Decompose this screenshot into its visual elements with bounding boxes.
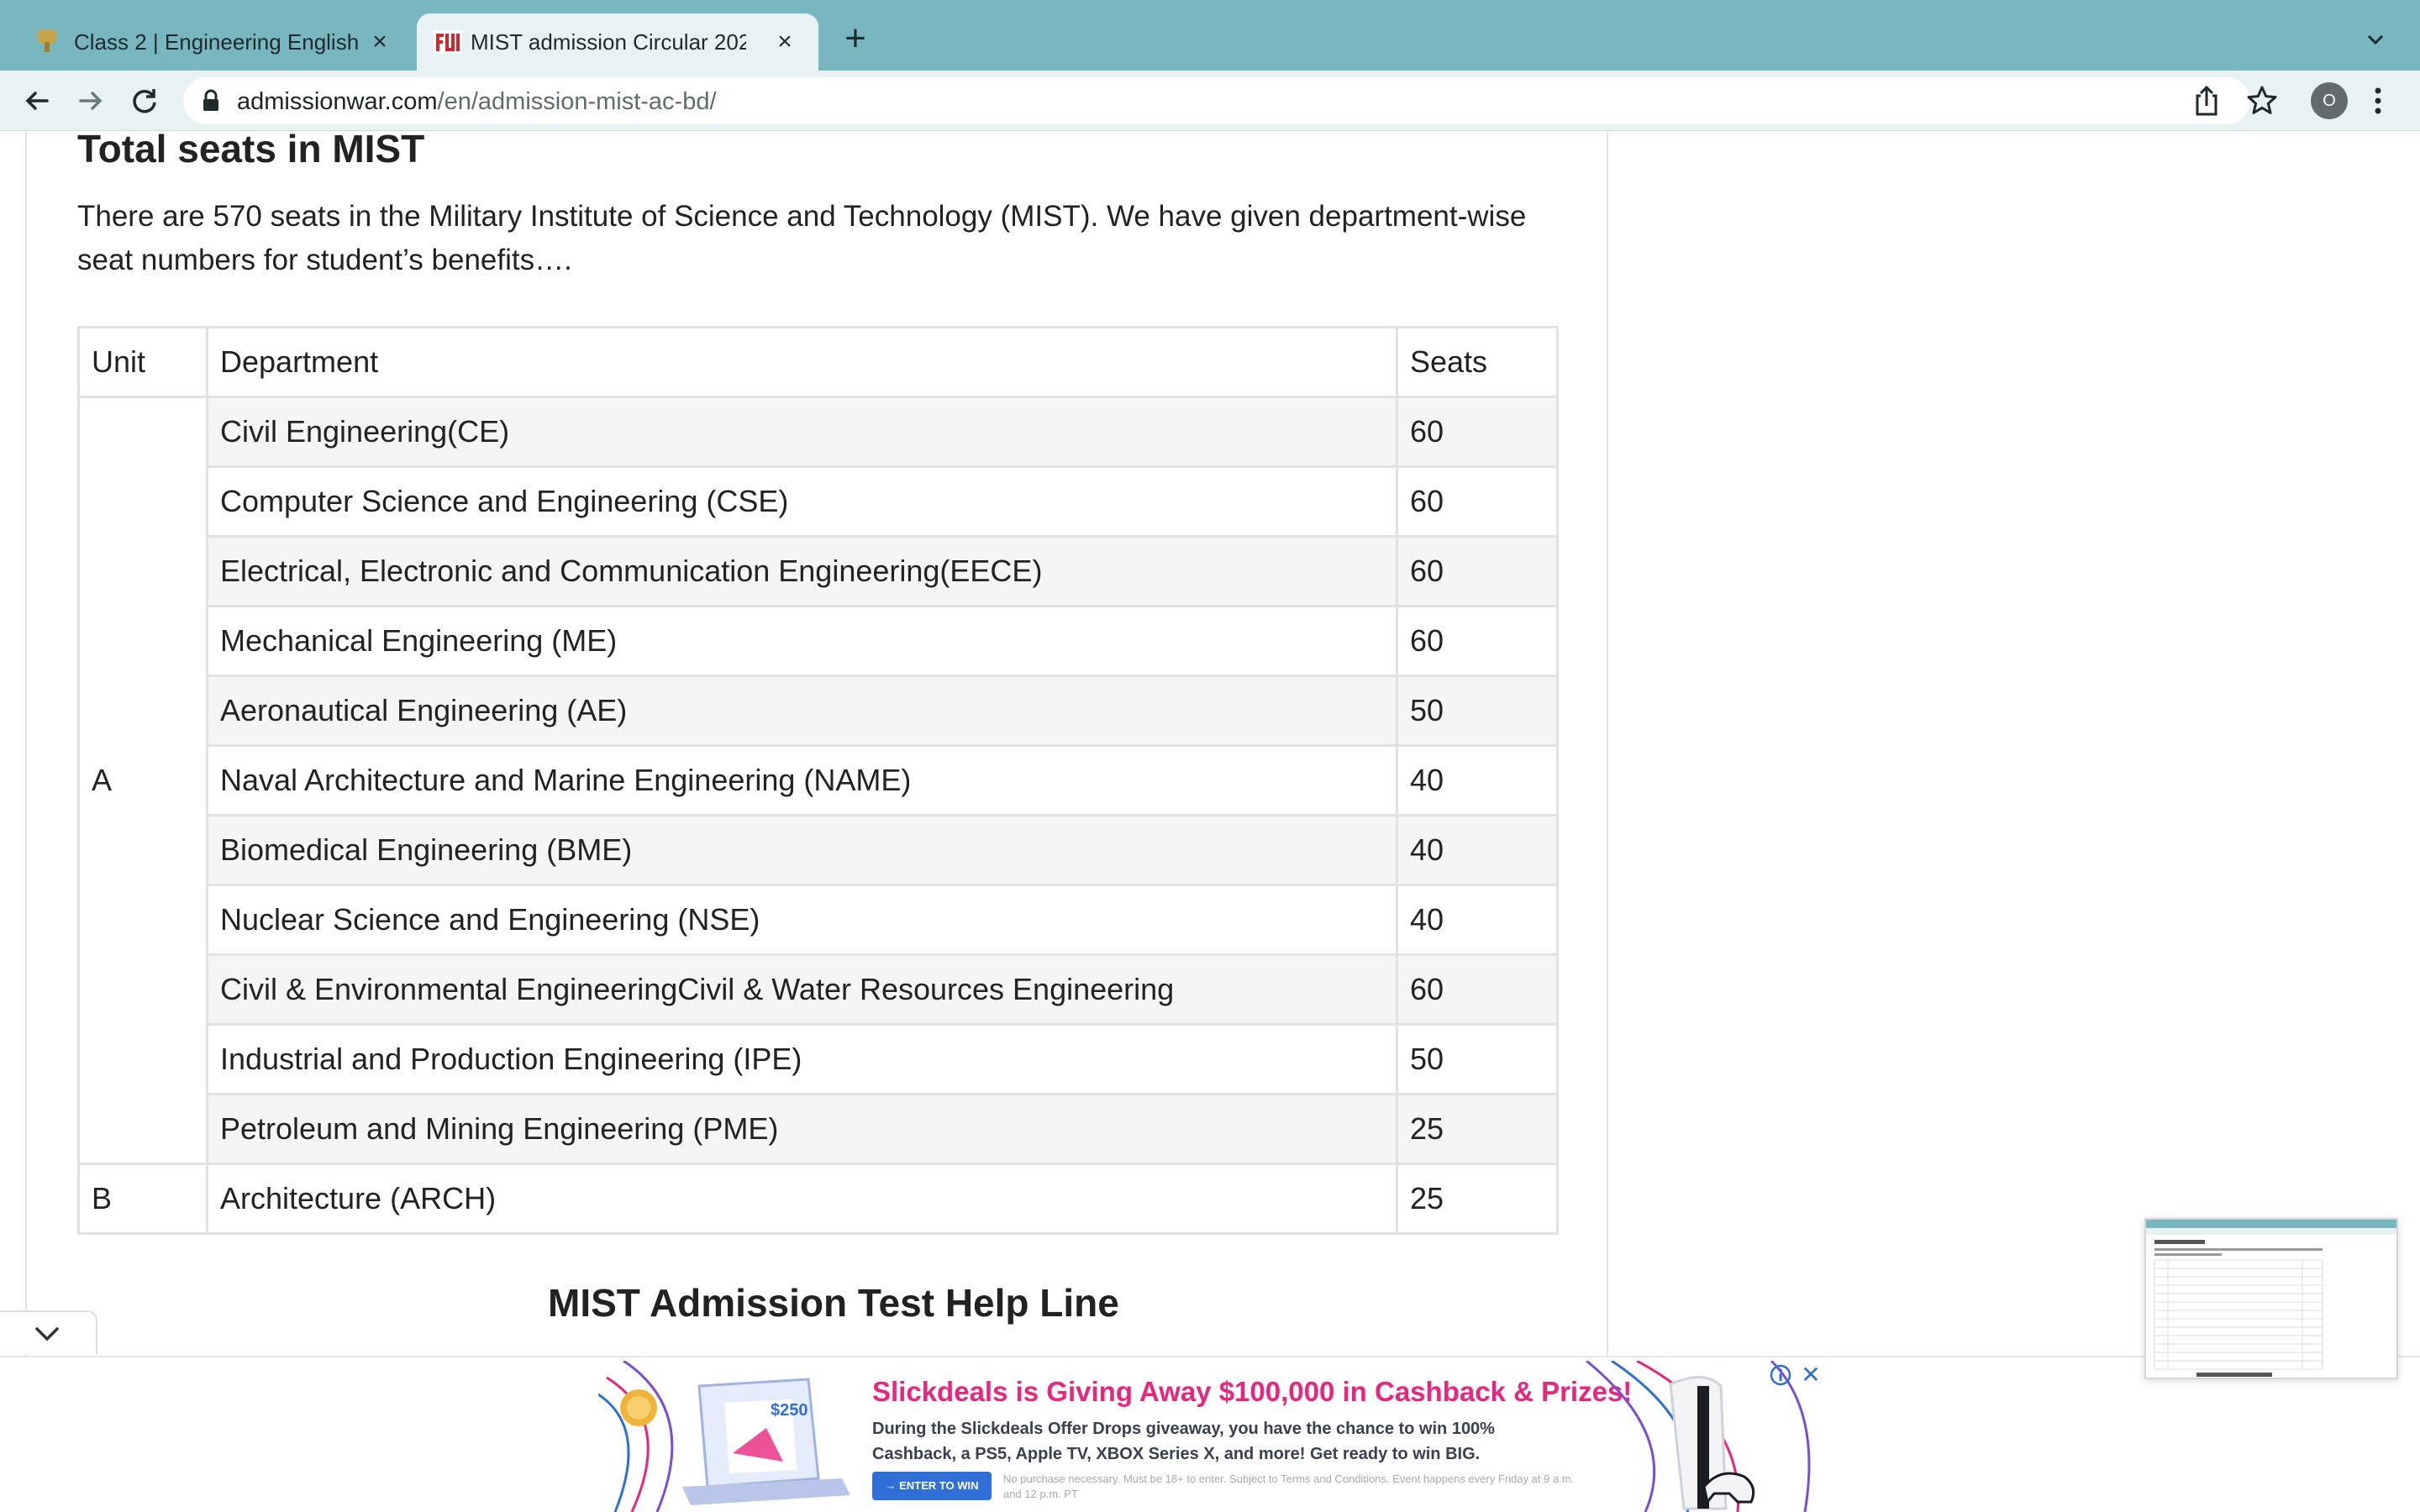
forward-icon[interactable] bbox=[74, 84, 108, 118]
seats-cell: 60 bbox=[1396, 465, 1559, 538]
thumbnail-image bbox=[2146, 1220, 2396, 1377]
department-cell: Petroleum and Mining Engineering (PME) bbox=[206, 1093, 1398, 1165]
url-text[interactable]: admissionwar.com/en/admission-mist-ac-bd… bbox=[237, 88, 717, 116]
department-cell: Aeronautical Engineering (AE) bbox=[206, 675, 1398, 747]
department-cell: Civil & Environmental EngineeringCivil &… bbox=[206, 953, 1398, 1026]
department-cell: Mechanical Engineering (ME) bbox=[206, 605, 1398, 677]
share-icon[interactable] bbox=[2191, 84, 2222, 118]
help-line-heading: MIST Admission Test Help Line bbox=[548, 1281, 1119, 1325]
tab-mist-admission[interactable]: MIST admission Circular 2022 | × bbox=[417, 13, 818, 71]
table-row: Biomedical Engineering (BME) 40 bbox=[79, 814, 1559, 886]
seats-cell: 40 bbox=[1396, 884, 1559, 956]
page-thumbnail-preview[interactable] bbox=[2144, 1218, 2398, 1379]
table-row: Nuclear Science and Engineering (NSE) 40 bbox=[79, 884, 1559, 956]
collapse-ad-button[interactable] bbox=[0, 1310, 97, 1354]
department-cell: Biomedical Engineering (BME) bbox=[206, 814, 1398, 886]
department-cell: Industrial and Production Engineering (I… bbox=[206, 1023, 1398, 1095]
table-row: Petroleum and Mining Engineering (PME) 2… bbox=[79, 1093, 1559, 1165]
star-icon[interactable] bbox=[2245, 84, 2279, 118]
url-host: admissionwar.com bbox=[237, 88, 438, 115]
reload-icon[interactable] bbox=[128, 84, 161, 118]
ad-banner[interactable]: $250 Slickdeals is Giving Away $100,000 … bbox=[598, 1361, 1822, 1512]
new-tab-icon[interactable]: + bbox=[839, 20, 872, 57]
seats-cell: 50 bbox=[1396, 1023, 1559, 1095]
lock-icon[interactable] bbox=[202, 89, 220, 113]
table-row: Civil & Environmental EngineeringCivil &… bbox=[79, 953, 1559, 1026]
back-icon[interactable] bbox=[20, 84, 54, 118]
table-row: B Architecture (ARCH) 25 bbox=[77, 1163, 1559, 1235]
seats-cell: 40 bbox=[1396, 744, 1559, 816]
department-cell: Architecture (ARCH) bbox=[206, 1163, 1398, 1235]
department-cell: Computer Science and Engineering (CSE) bbox=[206, 465, 1398, 538]
table-row: A Civil Engineering(CE) 60 bbox=[77, 396, 1559, 1165]
close-tab-icon[interactable]: × bbox=[365, 27, 395, 57]
seats-cell: 60 bbox=[1396, 953, 1559, 1026]
table-header-row: Unit Department Seats bbox=[77, 326, 1559, 398]
ad-headline[interactable]: Slickdeals is Giving Away $100,000 in Ca… bbox=[872, 1376, 1632, 1408]
department-cell: Electrical, Electronic and Communication… bbox=[206, 535, 1398, 607]
close-tab-icon[interactable]: × bbox=[770, 27, 800, 57]
intro-paragraph: There are 570 seats in the Military Inst… bbox=[77, 200, 1527, 276]
url-path: /en/admission-mist-ac-bd/ bbox=[437, 88, 717, 115]
browser-toolbar: admissionwar.com/en/admission-mist-ac-bd… bbox=[0, 71, 2420, 131]
tab-title: Class 2 | Engineering English bbox=[74, 29, 360, 55]
ad-close-icon[interactable]: ✕ bbox=[1798, 1362, 1823, 1388]
unit-b-cell: B bbox=[77, 1163, 208, 1235]
ad-laptop-illustration-icon bbox=[598, 1361, 850, 1512]
unit-a-cell: A bbox=[77, 396, 208, 1165]
ad-body: During the Slickdeals Offer Drops giveaw… bbox=[872, 1420, 1495, 1463]
chevron-down-icon bbox=[35, 1327, 59, 1341]
ad-info-icon[interactable] bbox=[1770, 1364, 1791, 1386]
seats-cell: 25 bbox=[1396, 1093, 1559, 1165]
ad-fine-print: No purchase necessary. Must be 18+ to en… bbox=[1003, 1473, 1575, 1500]
profile-avatar[interactable]: O bbox=[2311, 82, 2348, 119]
table-row: Industrial and Production Engineering (I… bbox=[79, 1023, 1559, 1095]
header-department: Department bbox=[206, 326, 1398, 398]
site-favicon-icon bbox=[434, 30, 462, 54]
tab-strip: Class 2 | Engineering English × MIST adm… bbox=[0, 0, 2420, 71]
tab-dropdown-icon[interactable] bbox=[2363, 27, 2388, 52]
menu-icon[interactable] bbox=[2371, 84, 2385, 118]
section-heading: Total seats in MIST bbox=[77, 127, 425, 171]
header-seats: Seats bbox=[1396, 326, 1559, 398]
ad-enter-button[interactable]: → ENTER TO WIN bbox=[872, 1472, 992, 1500]
department-cell: Nuclear Science and Engineering (NSE) bbox=[206, 884, 1398, 956]
department-cell: Naval Architecture and Marine Engineerin… bbox=[206, 744, 1398, 816]
table-row: Electrical, Electronic and Communication… bbox=[79, 535, 1559, 607]
table-row: Aeronautical Engineering (AE) 50 bbox=[79, 675, 1559, 747]
tab-engineering-english[interactable]: Class 2 | Engineering English × bbox=[0, 13, 413, 71]
seats-cell: 40 bbox=[1396, 814, 1559, 886]
seats-cell: 60 bbox=[1396, 605, 1559, 677]
address-bar[interactable]: admissionwar.com/en/admission-mist-ac-bd… bbox=[183, 77, 2250, 124]
header-unit: Unit bbox=[77, 326, 208, 398]
ad-price-tag: $250 bbox=[771, 1401, 808, 1420]
seats-cell: 60 bbox=[1396, 535, 1559, 607]
seats-table: Unit Department Seats A Civil Engineerin… bbox=[77, 326, 1559, 1235]
seats-cell: 25 bbox=[1396, 1163, 1559, 1235]
seats-cell: 50 bbox=[1396, 675, 1559, 747]
table-row: Naval Architecture and Marine Engineerin… bbox=[79, 744, 1559, 816]
table-row: Computer Science and Engineering (CSE) 6… bbox=[79, 465, 1559, 538]
seats-cell: 60 bbox=[1396, 396, 1559, 468]
department-cell: Civil Engineering(CE) bbox=[206, 396, 1398, 468]
favicon-icon bbox=[37, 29, 57, 52]
tab-title: MIST admission Circular 2022 | bbox=[471, 29, 746, 55]
table-row: Mechanical Engineering (ME) 60 bbox=[79, 605, 1559, 677]
